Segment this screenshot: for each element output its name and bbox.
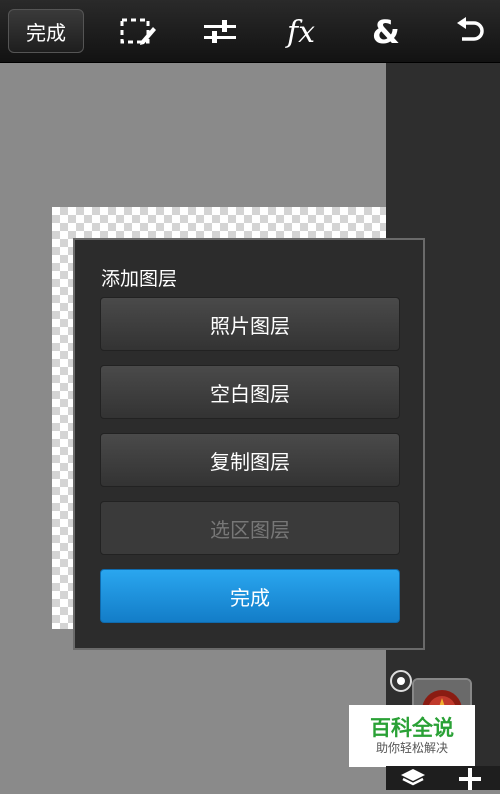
blank-layer-button[interactable]: 空白图层 <box>100 365 400 419</box>
watermark-main-text: 百科全说 <box>370 716 454 740</box>
top-toolbar: 完成 fx & <box>0 0 500 63</box>
add-layer-dialog: 添加图层 照片图层 空白图层 复制图层 选区图层 完成 <box>73 238 425 650</box>
dialog-title: 添加图层 <box>101 268 178 290</box>
watermark-logo: 百科全说 助你轻松解决 <box>349 705 475 767</box>
undo-icon[interactable] <box>450 12 490 52</box>
fx-icon[interactable]: fx <box>281 12 321 52</box>
dialog-done-button[interactable]: 完成 <box>100 569 400 623</box>
photo-layer-button[interactable]: 照片图层 <box>100 297 400 351</box>
selection-edit-icon[interactable] <box>118 12 158 52</box>
toolbar-done-button[interactable]: 完成 <box>8 9 84 53</box>
layers-bottom-bar <box>386 766 500 790</box>
layer-visibility-radio[interactable] <box>390 670 412 692</box>
layers-stack-icon[interactable] <box>400 768 426 794</box>
blend-icon[interactable]: & <box>366 12 406 52</box>
adjustments-icon[interactable] <box>200 12 240 52</box>
duplicate-layer-button[interactable]: 复制图层 <box>100 433 400 487</box>
selection-layer-button: 选区图层 <box>100 501 400 555</box>
watermark-sub-text: 助你轻松解决 <box>375 741 448 755</box>
